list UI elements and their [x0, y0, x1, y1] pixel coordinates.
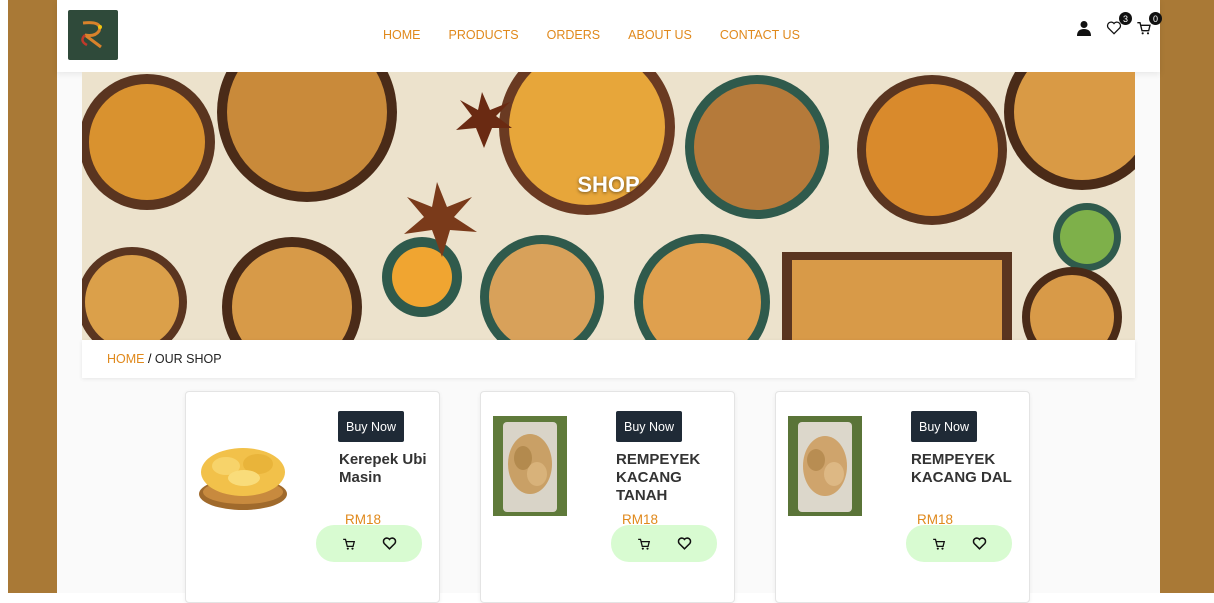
left-frame	[8, 0, 57, 593]
add-to-cart-button[interactable]	[342, 537, 356, 551]
header-actions: 3 0	[1074, 12, 1162, 38]
product-actions	[611, 525, 717, 562]
product-card: Buy Now Kerepek Ubi Masin RM18	[185, 391, 440, 603]
nav-products[interactable]: PRODUCTS	[449, 28, 519, 42]
product-image	[788, 416, 862, 516]
add-to-wishlist-button[interactable]	[677, 537, 692, 550]
add-to-wishlist-button[interactable]	[972, 537, 987, 550]
wishlist-button[interactable]: 3	[1104, 12, 1132, 38]
add-to-wishlist-button[interactable]	[382, 537, 397, 550]
cart-icon	[637, 538, 650, 550]
breadcrumb-home-link[interactable]: HOME	[107, 352, 145, 366]
heart-icon	[972, 537, 986, 550]
wishlist-count-badge: 3	[1119, 12, 1132, 25]
cart-button[interactable]: 0	[1134, 12, 1162, 38]
product-name: REMPEYEK KACANG DAL	[911, 451, 1012, 486]
add-to-cart-button[interactable]	[637, 537, 651, 551]
product-name: REMPEYEK KACANG TANAH	[616, 451, 701, 504]
main-nav: HOME PRODUCTS ORDERS ABOUT US CONTACT US	[383, 28, 800, 42]
buy-now-button[interactable]: Buy Now	[338, 411, 405, 442]
hero-title: SHOP	[577, 172, 640, 197]
cart-count-badge: 0	[1149, 12, 1162, 25]
breadcrumb-separator: /	[144, 352, 155, 366]
hero-banner: SHOP	[82, 72, 1135, 340]
product-image	[199, 448, 287, 510]
product-actions	[906, 525, 1012, 562]
buy-now-button[interactable]: Buy Now	[616, 411, 683, 442]
heart-icon	[382, 537, 396, 550]
nav-orders[interactable]: ORDERS	[547, 28, 600, 42]
buy-now-button[interactable]: Buy Now	[911, 411, 978, 442]
product-name: Kerepek Ubi Masin	[339, 451, 427, 486]
cart-icon	[342, 538, 355, 550]
right-frame	[1160, 0, 1214, 593]
nav-home[interactable]: HOME	[383, 28, 421, 42]
product-image	[493, 416, 567, 516]
product-card: Buy Now REMPEYEK KACANG TANAH RM18	[480, 391, 735, 603]
header: HOME PRODUCTS ORDERS ABOUT US CONTACT US…	[57, 0, 1162, 72]
add-to-cart-button[interactable]	[932, 537, 946, 551]
brand-logo[interactable]	[68, 10, 118, 60]
product-actions	[316, 525, 422, 562]
breadcrumb: HOME / OUR SHOP	[82, 340, 1135, 378]
nav-contact-us[interactable]: CONTACT US	[720, 28, 800, 42]
page: HOME PRODUCTS ORDERS ABOUT US CONTACT US…	[57, 0, 1162, 603]
user-icon[interactable]	[1074, 18, 1094, 38]
cart-icon	[932, 538, 945, 550]
left-margin	[0, 0, 8, 593]
breadcrumb-current: OUR SHOP	[154, 352, 222, 366]
product-card: Buy Now REMPEYEK KACANG DAL RM18	[775, 391, 1030, 603]
snacks-banner-image	[82, 72, 1135, 340]
heart-icon	[1106, 21, 1122, 35]
nav-about-us[interactable]: ABOUT US	[628, 28, 692, 42]
heart-icon	[677, 537, 691, 550]
